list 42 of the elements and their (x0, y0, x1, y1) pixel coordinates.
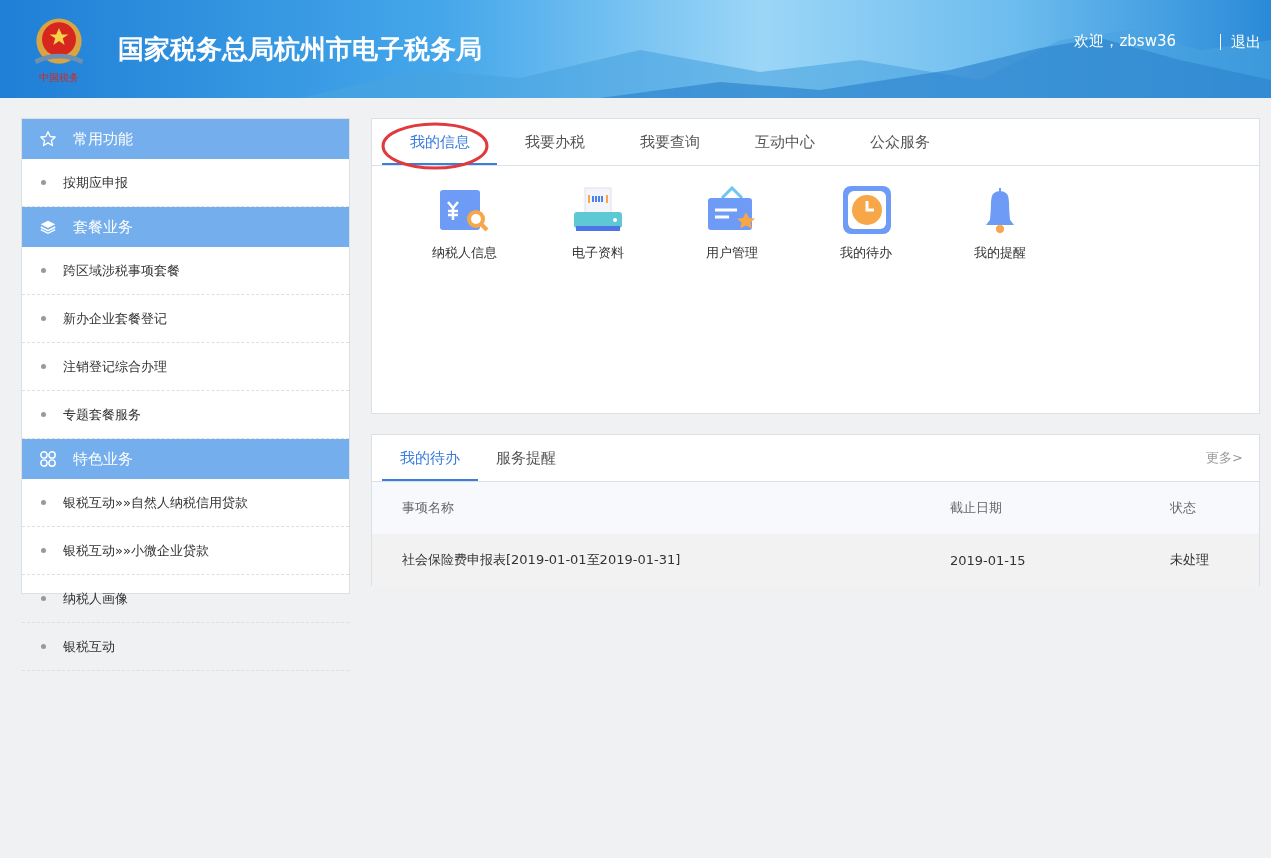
welcome-text: 欢迎，zbsw36 (1074, 32, 1176, 51)
grid-icon (39, 450, 57, 468)
nav-tab[interactable]: 我要办税 (497, 119, 612, 165)
sidebar-item[interactable]: 银税互动»»小微企业贷款 (22, 527, 349, 575)
site-title: 国家税务总局杭州市电子税务局 (118, 32, 482, 66)
shortcut-label: 纳税人信息 (431, 244, 497, 262)
layers-icon (39, 218, 57, 236)
shortcut-label: 我的待办 (840, 244, 892, 262)
table-row[interactable]: 社会保险费申报表[2019-01-01至2019-01-31] 2019-01-15 未处理 (372, 534, 1259, 586)
table-cell-text: 未处理 (1170, 551, 1210, 569)
emblem-caption: 中国税务 (39, 72, 79, 84)
table-cell-text: 社会保险费申报表[2019-01-01至2019-01-31] (402, 551, 682, 569)
column-header: 事项名称 (402, 499, 455, 517)
sidebar-item[interactable]: 银税互动»»自然人纳税信用贷款 (22, 479, 349, 527)
nav-tab[interactable]: 互动中心 (727, 119, 842, 165)
nav-tab[interactable]: 我的信息 (382, 119, 497, 165)
logout-link[interactable]: 退出 (1220, 33, 1261, 50)
sidebar-item[interactable]: 银税互动 (22, 623, 349, 671)
sidebar-item[interactable]: 跨区域涉税事项套餐 (22, 247, 349, 295)
shortcut-item[interactable]: 我的提醒 (933, 186, 1067, 262)
sidebar-item[interactable]: 纳税人画像 (22, 575, 349, 623)
column-header: 截止日期 (950, 499, 1003, 517)
shortcut-item[interactable]: 我的待办 (799, 186, 933, 262)
shortcut-label: 电子资料 (572, 244, 624, 262)
sidebar-item[interactable]: 注销登记综合办理 (22, 343, 349, 391)
nav-tab[interactable]: 我要查询 (612, 119, 727, 165)
shortcut-label: 用户管理 (706, 244, 758, 262)
sidebar-item[interactable]: 新办企业套餐登记 (22, 295, 349, 343)
table-cell-text: 2019-01-15 (950, 552, 1027, 568)
section-title: 特色业务 (73, 449, 133, 469)
section-title: 套餐业务 (73, 217, 133, 237)
section-title: 常用功能 (73, 129, 133, 149)
shortcut-label: 我的提醒 (974, 244, 1026, 262)
printer-icon (572, 186, 624, 234)
star-icon (39, 130, 57, 148)
clock-icon (840, 186, 892, 234)
task-tab[interactable]: 服务提醒 (478, 435, 574, 481)
shortcut-item[interactable]: 用户管理 (665, 186, 799, 262)
column-header: 状态 (1170, 499, 1197, 517)
shortcut-item[interactable]: 电子资料 (531, 186, 665, 262)
nav-tab[interactable]: 公众服务 (842, 119, 957, 165)
shortcut-item[interactable]: 纳税人信息 (397, 186, 531, 262)
